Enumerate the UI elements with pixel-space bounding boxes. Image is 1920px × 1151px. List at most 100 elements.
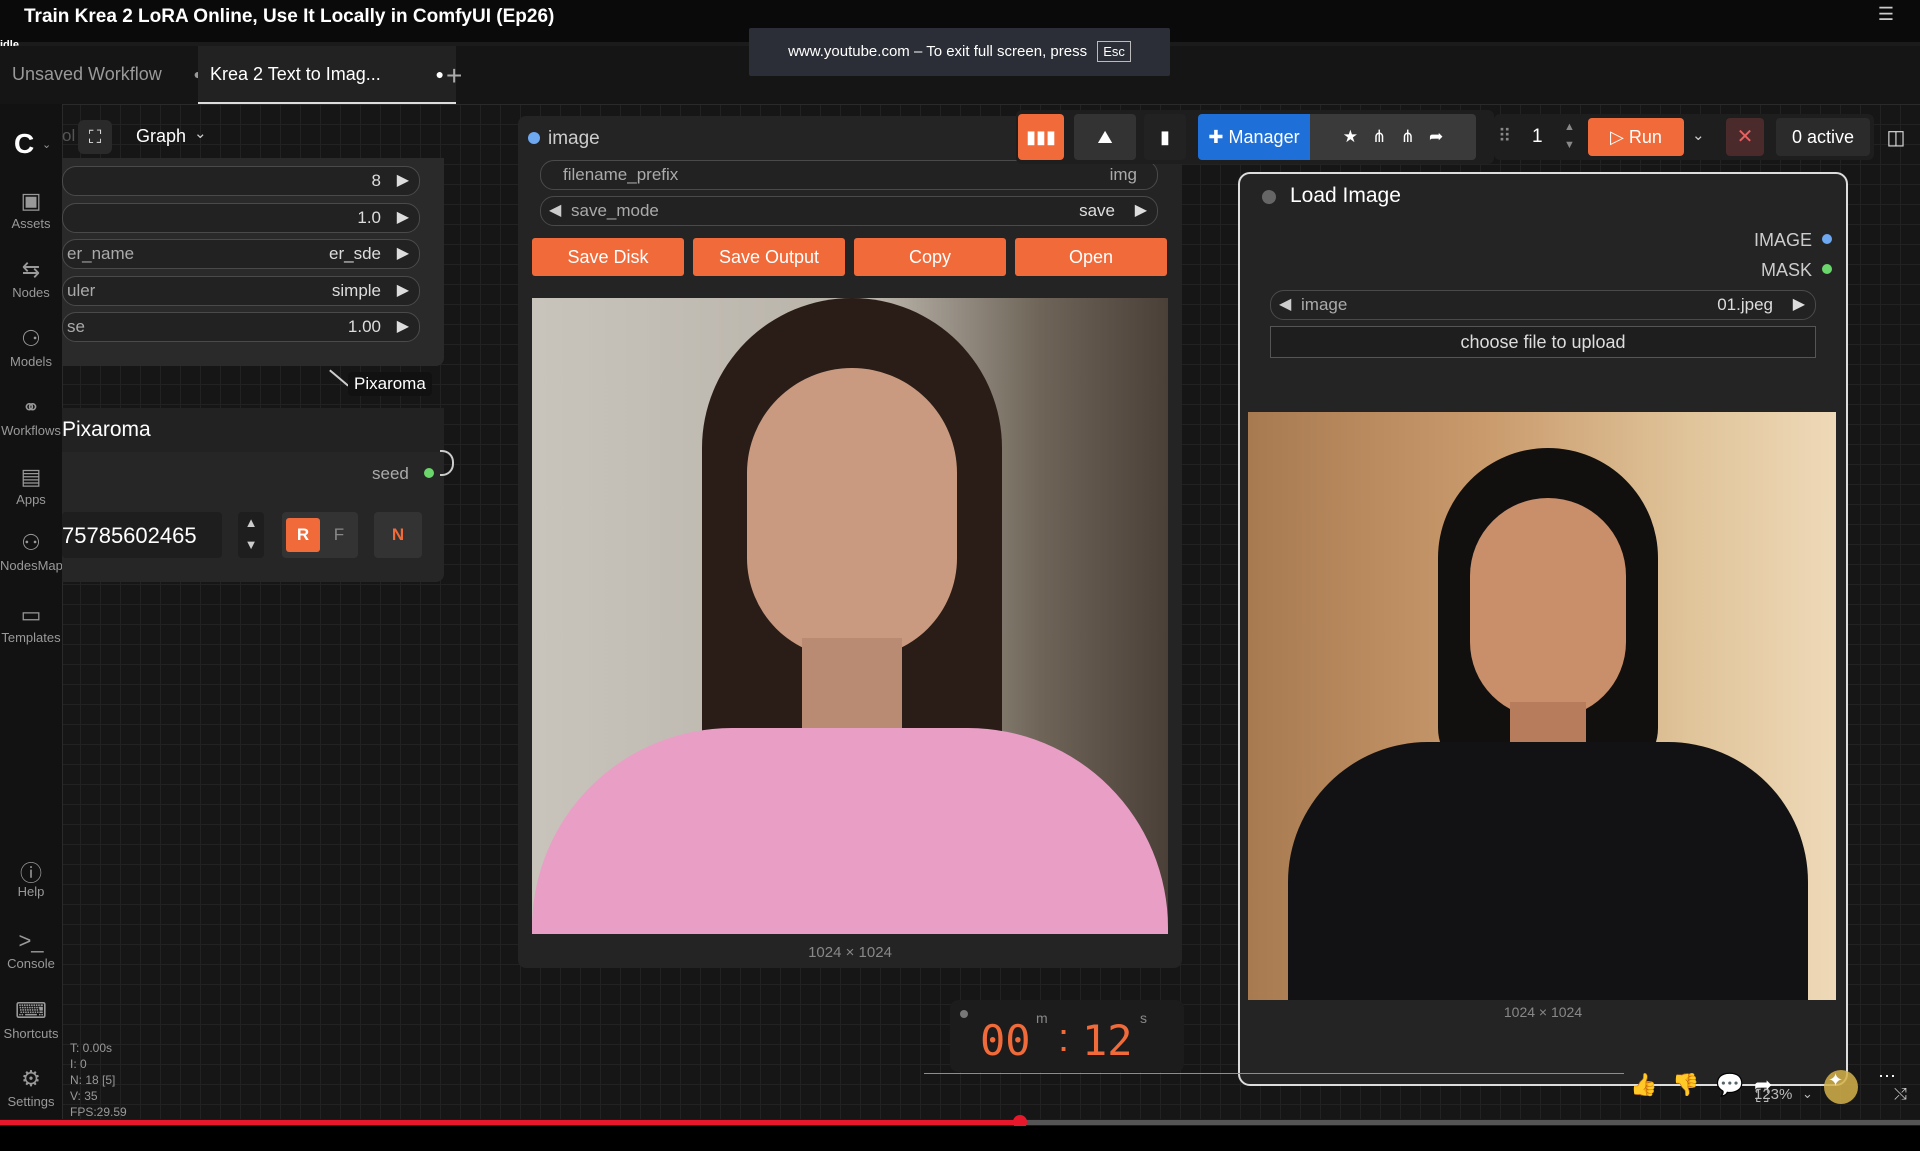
seed-value-field[interactable]: 75785602465: [62, 512, 222, 558]
run-label: Run: [1628, 127, 1662, 147]
arrow-left-icon[interactable]: ◀: [1279, 294, 1291, 314]
more-icon[interactable]: ⋯: [1878, 1066, 1896, 1087]
image-icon: ▣: [20, 188, 42, 213]
sidebar-item-label: NodesMap: [0, 558, 63, 573]
fixed-seed-button[interactable]: F: [322, 518, 356, 552]
filename-prefix-widget[interactable]: filename_prefix img: [540, 160, 1158, 190]
copy-button[interactable]: Copy: [854, 238, 1006, 276]
stats-icon[interactable]: ▮▮▮: [1018, 114, 1064, 160]
tool-icon-b[interactable]: ⋔: [1401, 127, 1415, 146]
cancel-icon[interactable]: ✕: [1726, 118, 1764, 156]
sparkle-icon[interactable]: ✦: [1828, 1070, 1843, 1091]
load-image-node[interactable]: Load Image IMAGE MASK ◀ image 01.jpeg ▶ …: [1238, 172, 1848, 1086]
menu-icon[interactable]: ☰: [1878, 4, 1894, 25]
sidebar-item-label: Nodes: [12, 285, 50, 300]
sidebar-item-assets[interactable]: ▣ Assets: [0, 188, 62, 231]
open-button[interactable]: Open: [1015, 238, 1167, 276]
denoise-widget[interactable]: se 1.00 ▶: [62, 312, 420, 342]
like-icon[interactable]: 👍: [1630, 1072, 1657, 1098]
chevron-down-icon[interactable]: ⌄: [1802, 1086, 1813, 1102]
add-tab-button[interactable]: +: [446, 60, 462, 92]
active-queue-button[interactable]: 0 active: [1776, 118, 1870, 156]
arrow-right-icon[interactable]: ▶: [397, 170, 409, 190]
panel-toggle-icon[interactable]: ◫: [1880, 122, 1912, 154]
sidebar-item-templates[interactable]: ▭ Templates: [0, 602, 62, 645]
sidebar-item-workflows[interactable]: ⚭ Workflows: [0, 395, 62, 438]
widget-label: save_mode: [571, 201, 659, 220]
output-dot-icon[interactable]: [1822, 234, 1832, 244]
sampler-node[interactable]: 8 ▶ 1.0 ▶ er_name er_sde ▶ uler simple ▶…: [62, 158, 444, 366]
input-label: image: [548, 128, 600, 149]
sidebar-item-apps[interactable]: ▤ Apps: [0, 464, 62, 507]
sidebar-item-models[interactable]: ⚆ Models: [0, 326, 62, 369]
apps-icon: ▤: [20, 464, 42, 489]
save-image-node[interactable]: image filename_prefix img ◀ save_mode sa…: [518, 116, 1182, 968]
chevron-down-icon[interactable]: ⌄: [194, 124, 207, 142]
output-dot-icon[interactable]: [1822, 264, 1832, 274]
cfg-widget[interactable]: 1.0 ▶: [62, 203, 420, 233]
save-mode-widget[interactable]: ◀ save_mode save ▶: [540, 196, 1158, 226]
widget-value: save: [1079, 201, 1115, 220]
tab-label: Unsaved Workflow: [12, 64, 162, 84]
tab-unsaved-workflow[interactable]: Unsaved Workflow ●: [0, 46, 214, 102]
arrow-right-icon[interactable]: ▶: [1793, 294, 1805, 314]
image-select-widget[interactable]: ◀ image 01.jpeg ▶: [1270, 290, 1816, 320]
loaded-image-preview[interactable]: [1248, 412, 1836, 1000]
save-disk-button[interactable]: Save Disk: [532, 238, 684, 276]
widget-label: uler: [67, 281, 96, 300]
sampler-name-widget[interactable]: er_name er_sde ▶: [62, 239, 420, 269]
hide-links-icon[interactable]: ⤭: [1894, 1086, 1907, 1104]
chevron-down-icon[interactable]: ⌄: [42, 138, 51, 151]
arrow-right-icon[interactable]: ▶: [397, 243, 409, 263]
queue-stepper[interactable]: ▲ ▼: [1564, 118, 1575, 154]
scheduler-widget[interactable]: uler simple ▶: [62, 276, 420, 306]
zoom-level[interactable]: 123%: [1754, 1086, 1798, 1103]
tool-icon-a[interactable]: ⋔: [1372, 127, 1386, 146]
tab-krea-workflow[interactable]: Krea 2 Text to Imag... ●: [198, 46, 456, 104]
input-dot-icon[interactable]: [528, 132, 540, 144]
graph-icon[interactable]: ⛶: [78, 120, 112, 154]
sidebar-item-console[interactable]: >_ Console: [0, 928, 62, 971]
run-button[interactable]: ▷ Run: [1588, 118, 1684, 156]
perf-line: I: 0: [70, 1057, 87, 1071]
sidebar-item-help[interactable]: ⓘ Help: [0, 856, 62, 899]
arrow-right-icon[interactable]: ▶: [397, 316, 409, 336]
sidebar-item-nodes[interactable]: ⇆ Nodes: [0, 257, 62, 300]
new-seed-button[interactable]: N: [374, 512, 422, 558]
mountain-logo-icon[interactable]: ⛰: [1074, 114, 1136, 160]
drag-handle-icon[interactable]: ⠿: [1498, 126, 1511, 147]
random-seed-button[interactable]: R: [286, 518, 320, 552]
arrow-right-icon[interactable]: ▶: [397, 280, 409, 300]
queue-count[interactable]: 1: [1532, 126, 1543, 148]
star-icon[interactable]: ★: [1343, 127, 1358, 146]
chevron-down-icon[interactable]: ⌄: [1692, 126, 1705, 144]
perf-line: V: 35: [70, 1089, 98, 1103]
graph-label[interactable]: Graph: [136, 126, 186, 147]
arrow-right-icon[interactable]: ▶: [1135, 200, 1147, 220]
bookmark-icon[interactable]: ▮: [1144, 114, 1186, 160]
dislike-icon[interactable]: 👎: [1672, 1072, 1699, 1098]
steps-widget[interactable]: 8 ▶: [62, 166, 420, 196]
output-dot-icon[interactable]: [424, 468, 434, 478]
upload-button[interactable]: choose file to upload: [1270, 326, 1816, 358]
tab-label: Krea 2 Text to Imag...: [210, 64, 381, 84]
sidebar-item-shortcuts[interactable]: ⌨ Shortcuts: [0, 998, 62, 1041]
sidebar-item-label: Console: [7, 956, 55, 971]
comfy-logo[interactable]: C: [14, 128, 34, 160]
seed-node[interactable]: Pixaroma seed 75785602465 ▲ ▼ R F N: [62, 408, 444, 582]
video-title: Train Krea 2 LoRA Online, Use It Locally…: [24, 6, 555, 27]
manager-button[interactable]: ✚ Manager: [1198, 114, 1310, 160]
pixaroma-tag: Pixaroma: [348, 372, 432, 396]
arrow-right-icon[interactable]: ▶: [397, 207, 409, 227]
seed-value: 75785602465: [62, 523, 197, 548]
seed-stepper[interactable]: ▲ ▼: [238, 512, 264, 558]
comment-icon[interactable]: 💬: [1716, 1072, 1743, 1098]
output-image-preview[interactable]: [532, 298, 1168, 934]
share-icon[interactable]: ➦: [1429, 127, 1443, 146]
sidebar-item-settings[interactable]: ⚙ Settings: [0, 1066, 62, 1109]
neck-shape: [802, 638, 902, 738]
arrow-left-icon[interactable]: ◀: [549, 200, 561, 220]
sidebar-item-nodesmap[interactable]: ⚇ NodesMap: [0, 530, 63, 573]
save-output-button[interactable]: Save Output: [693, 238, 845, 276]
widget-value: simple: [331, 281, 381, 300]
